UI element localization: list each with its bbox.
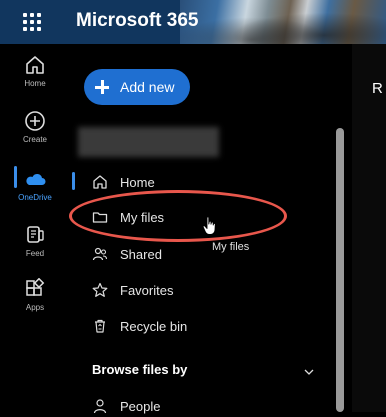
app-title[interactable]: Microsoft 365 [76, 10, 198, 32]
annotation-highlight-ellipse [69, 190, 287, 242]
rail-item-label: Home [24, 79, 46, 88]
plus-icon [95, 80, 109, 94]
app-rail: Home Create OneDrive Feed Apps [0, 44, 70, 412]
add-new-button[interactable]: Add new [84, 69, 190, 105]
rail-item-home[interactable]: Home [0, 54, 70, 88]
nav-item-shared[interactable]: Shared [92, 243, 162, 265]
nav-scrollbar[interactable] [336, 128, 344, 412]
shared-icon [92, 246, 108, 262]
apps-icon [24, 277, 46, 300]
onedrive-icon [24, 168, 46, 190]
nav-active-indicator [72, 172, 75, 190]
header-banner-image [180, 0, 386, 44]
feed-icon [24, 224, 46, 246]
app-launcher-icon[interactable] [23, 13, 41, 31]
nav-item-recycle-bin[interactable]: Recycle bin [92, 315, 187, 337]
nav-item-label: Shared [120, 246, 162, 262]
nav-item-favorites[interactable]: Favorites [92, 279, 173, 301]
rail-item-create[interactable]: Create [0, 110, 70, 144]
account-name-redacted [78, 127, 219, 157]
star-icon [92, 282, 108, 298]
nav-item-label: Favorites [120, 282, 174, 298]
home-icon [24, 54, 46, 76]
hand-cursor-icon [202, 216, 218, 236]
nav-item-home[interactable]: Home [92, 171, 155, 193]
main-content-pane: R [352, 44, 386, 412]
rail-item-apps[interactable]: Apps [0, 277, 70, 312]
browse-files-by-header[interactable]: Browse files by [92, 362, 187, 377]
nav-item-label: Home [120, 174, 155, 190]
create-icon [24, 110, 46, 132]
rail-item-feed[interactable]: Feed [0, 224, 70, 258]
recycle-bin-icon [92, 318, 108, 334]
rail-item-label: Feed [25, 249, 45, 258]
add-new-label: Add new [120, 79, 175, 95]
rail-item-label: OneDrive [18, 193, 52, 202]
rail-item-label: Create [22, 135, 47, 144]
my-files-tooltip: My files [212, 241, 250, 253]
home-icon [92, 174, 108, 190]
rail-item-onedrive[interactable]: OneDrive [0, 168, 70, 202]
nav-item-label: People [120, 398, 161, 414]
nav-item-label: Recycle bin [120, 318, 188, 334]
rail-item-label: Apps [25, 303, 45, 312]
chevron-down-icon[interactable] [304, 364, 314, 375]
main-heading: R [372, 80, 383, 97]
nav-item-people[interactable]: People [92, 395, 160, 417]
app-header: Microsoft 365 [0, 0, 386, 44]
